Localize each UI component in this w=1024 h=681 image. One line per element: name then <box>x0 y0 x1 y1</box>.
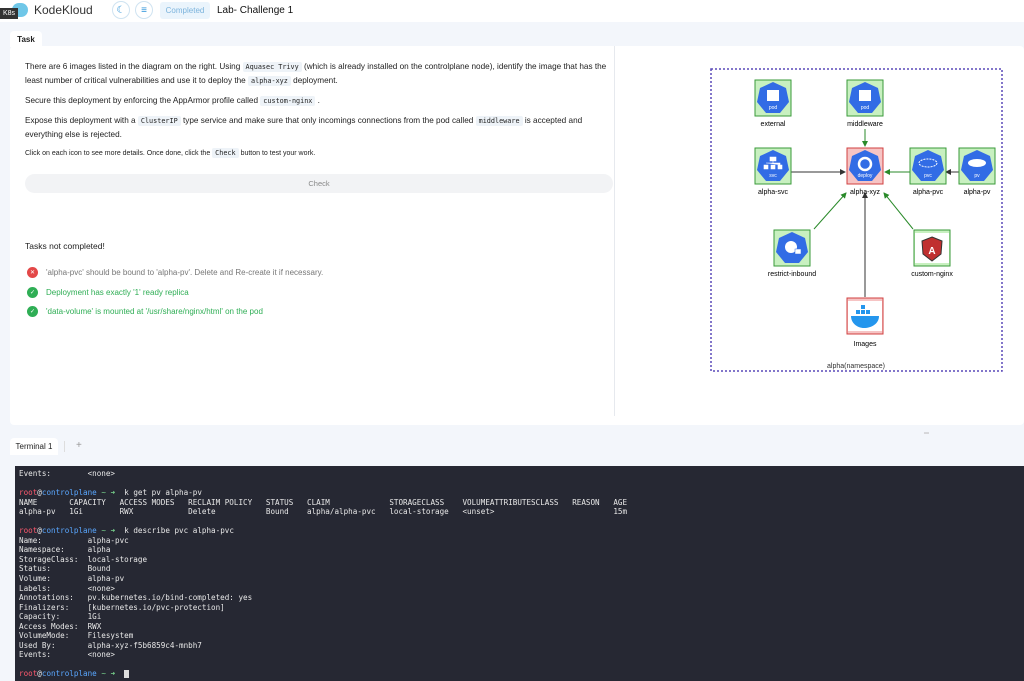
svg-text:pod: pod <box>861 105 870 111</box>
terminal-cursor <box>124 670 130 679</box>
terminal-line: Status: Bound <box>19 564 111 574</box>
terminal-prompt: root@controlplane ~ ➜ <box>19 669 1020 679</box>
terminal-line: Access Modes: RWX <box>19 621 102 631</box>
node-alpha-xyz[interactable]: deploy alpha-xyz <box>846 147 884 196</box>
edge-apparmor-deploy <box>883 192 914 230</box>
terminal-line: Namespace: alpha <box>19 545 111 555</box>
node-custom-nginx[interactable]: Acustom-nginx <box>911 229 953 278</box>
node-alpha-pvc[interactable]: pvc alpha-pvc <box>909 147 947 196</box>
svg-text:pod: pod <box>769 105 778 111</box>
terminal-line: alpha-pv 1Gi RWX Delete Bound alpha/alph… <box>19 507 628 517</box>
node-restrict-inbound[interactable]: restrict-inbound <box>768 229 816 278</box>
svg-text:custom-nginx: custom-nginx <box>911 271 953 278</box>
svg-text:pvc: pvc <box>924 173 932 179</box>
node-alpha-svc[interactable]: svc alpha-svc <box>754 147 792 196</box>
terminal-line: VolumeMode: Filesystem <box>19 631 134 641</box>
node-alpha-pv[interactable]: pv alpha-pv <box>958 147 996 196</box>
node-external[interactable]: pod external <box>754 79 792 128</box>
terminal-line: Used By: alpha-xyz-f5b6859c4-mnbh7 <box>19 640 202 650</box>
terminal-line: Events: <none> <box>19 650 116 660</box>
terminal-output[interactable]: Events: <none> root@controlplane ~ ➜ k g… <box>15 466 1024 681</box>
prompt-arrow: ~ ➜ <box>96 669 125 679</box>
svg-text:alpha-pvc: alpha-pvc <box>913 189 944 196</box>
prompt-user: root <box>19 526 38 536</box>
terminal-line: Name: alpha-pvc <box>19 535 129 545</box>
svg-text:Images: Images <box>854 341 877 348</box>
terminal-line: Labels: <none> <box>19 583 116 593</box>
terminal-prompt: root@controlplane ~ ➜ k describe pvc alp… <box>19 526 1020 536</box>
prompt-command: k describe pvc alpha-pvc <box>124 526 234 536</box>
prompt-arrow: ~ ➜ <box>96 526 125 536</box>
svg-text:alpha-svc: alpha-svc <box>758 189 788 196</box>
svg-text:middleware: middleware <box>847 121 883 128</box>
prompt-user: root <box>19 488 38 498</box>
edge-netpol-deploy <box>813 192 847 230</box>
tab-terminal-1[interactable]: Terminal 1 <box>10 438 58 455</box>
prompt-host: controlplane <box>41 669 97 679</box>
architecture-diagram: alpha(namespace) pod external pod middlewa… <box>710 68 1003 372</box>
svg-text:alpha-pv: alpha-pv <box>964 189 991 196</box>
terminal-line: Annotations: pv.kubernetes.io/bind-compl… <box>19 593 253 603</box>
terminal-line: Volume: alpha-pv <box>19 574 125 584</box>
prompt-user: root <box>19 669 38 679</box>
svg-text:svc: svc <box>769 173 777 179</box>
node-images[interactable]: Images <box>846 297 884 348</box>
prompt-host: controlplane <box>41 526 97 536</box>
terminal-line: StorageClass: local-storage <box>19 554 148 564</box>
prompt-arrow: ~ ➜ <box>96 488 125 498</box>
svg-text:restrict-inbound: restrict-inbound <box>768 271 816 278</box>
namespace-label: alpha(namespace) <box>827 363 885 370</box>
node-middleware[interactable]: pod middleware <box>846 79 884 128</box>
svg-text:external: external <box>761 121 786 128</box>
svg-text:alpha-xyz: alpha-xyz <box>850 189 880 196</box>
terminal-line: Capacity: 1Gi <box>19 612 102 622</box>
terminal-line: NAME CAPACITY ACCESS MODES RECLAIM POLIC… <box>19 497 628 507</box>
terminal-line: Events: <none> <box>19 469 116 478</box>
terminal-prompt: root@controlplane ~ ➜ k get pv alpha-pv <box>19 488 1020 498</box>
svg-text:pv: pv <box>974 173 980 179</box>
tab-separator <box>64 441 65 452</box>
svg-text:A: A <box>928 246 935 257</box>
terminal-line: Finalizers: [kubernetes.io/pvc-protectio… <box>19 602 225 612</box>
resize-handle[interactable]: ═ <box>924 430 929 437</box>
prompt-command: k get pv alpha-pv <box>124 488 202 498</box>
add-terminal-button[interactable]: + <box>76 440 82 451</box>
svg-text:deploy: deploy <box>858 173 873 179</box>
prompt-host: controlplane <box>41 488 97 498</box>
